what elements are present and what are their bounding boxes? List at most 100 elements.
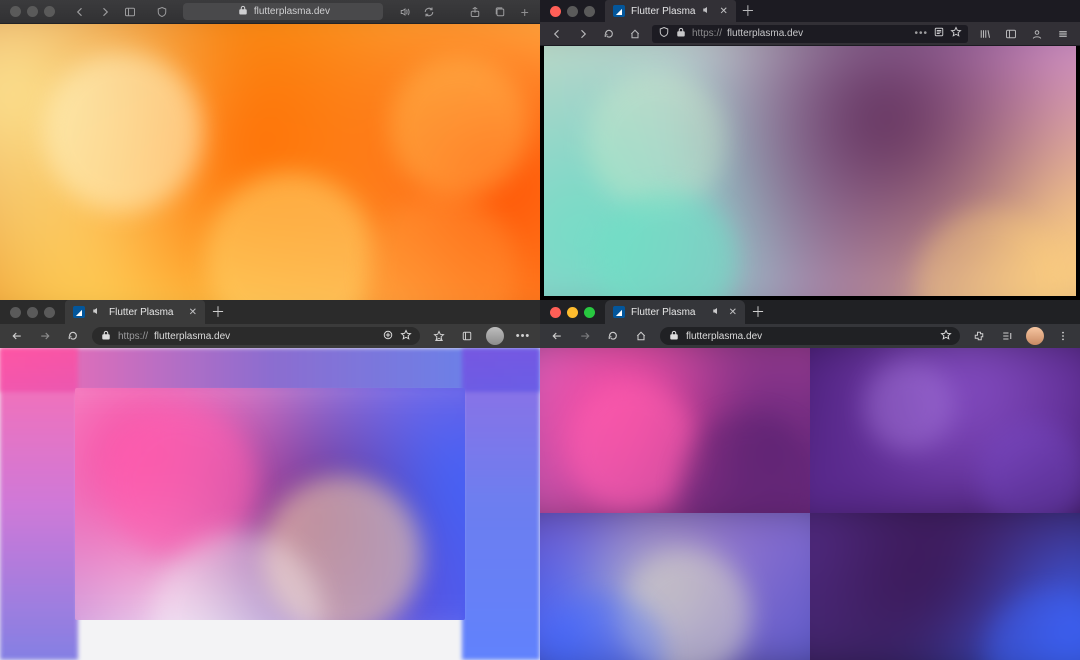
browser-tab[interactable]: ◢ Flutter Plasma ✕ bbox=[65, 300, 205, 324]
page-content bbox=[540, 348, 1080, 660]
page-content bbox=[544, 46, 1076, 296]
flutter-favicon-icon: ◢ bbox=[613, 306, 625, 318]
tab-title: Flutter Plasma bbox=[109, 307, 173, 318]
menu-icon[interactable] bbox=[1054, 25, 1072, 43]
back-button[interactable] bbox=[548, 327, 566, 345]
new-tab-button[interactable]: ＋ bbox=[736, 0, 760, 22]
reload-button[interactable] bbox=[420, 3, 439, 21]
home-button[interactable] bbox=[626, 25, 644, 43]
url-protocol: https:// bbox=[118, 331, 148, 342]
flutter-favicon-icon: ◢ bbox=[73, 306, 85, 318]
collections-icon[interactable] bbox=[458, 327, 476, 345]
tab-close-icon[interactable]: ✕ bbox=[719, 6, 727, 17]
forward-button[interactable] bbox=[576, 327, 594, 345]
lock-icon bbox=[237, 4, 249, 19]
browser-tab[interactable]: ◢ Flutter Plasma ✕ bbox=[605, 300, 745, 324]
back-button[interactable] bbox=[548, 25, 566, 43]
tab-mute-icon[interactable] bbox=[701, 4, 713, 19]
new-tab-button[interactable]: ＋ bbox=[205, 300, 231, 324]
plasma-canvas bbox=[544, 46, 1076, 296]
nav-toolbar: flutterplasma.dev bbox=[540, 324, 1080, 348]
profile-avatar[interactable] bbox=[1026, 327, 1044, 345]
back-button[interactable] bbox=[71, 3, 90, 21]
share-button[interactable] bbox=[466, 3, 485, 21]
close-window-button[interactable] bbox=[550, 6, 561, 17]
sidebar-button[interactable] bbox=[120, 3, 139, 21]
tab-title: Flutter Plasma bbox=[631, 6, 695, 17]
menu-icon[interactable] bbox=[1054, 327, 1072, 345]
address-bar[interactable]: flutterplasma.dev bbox=[660, 327, 960, 345]
address-text: flutterplasma.dev bbox=[254, 6, 330, 17]
plasma-canvas bbox=[0, 348, 540, 660]
address-bar[interactable]: https://flutterplasma.dev ••• bbox=[652, 25, 968, 43]
library-icon[interactable] bbox=[976, 25, 994, 43]
tab-title: Flutter Plasma bbox=[631, 307, 695, 318]
minimize-window-button[interactable] bbox=[27, 307, 38, 318]
lock-icon bbox=[675, 26, 687, 41]
menu-icon[interactable]: ••• bbox=[514, 327, 532, 345]
tab-close-icon[interactable]: ✕ bbox=[189, 307, 197, 318]
url-host: flutterplasma.dev bbox=[727, 28, 803, 39]
mute-button[interactable] bbox=[395, 3, 414, 21]
minimize-window-button[interactable] bbox=[567, 307, 578, 318]
new-tab-button[interactable]: ＋ bbox=[745, 300, 771, 324]
minimize-window-button[interactable] bbox=[27, 6, 38, 17]
shield-icon[interactable] bbox=[658, 26, 670, 41]
maximize-window-button[interactable] bbox=[44, 307, 55, 318]
add-tab-to-new-group-icon[interactable] bbox=[382, 329, 394, 344]
sidebar-icon[interactable] bbox=[1002, 25, 1020, 43]
reader-icon[interactable] bbox=[933, 26, 945, 41]
url-host: flutterplasma.dev bbox=[154, 331, 230, 342]
favorites-bar-icon[interactable] bbox=[430, 327, 448, 345]
page-content bbox=[0, 24, 540, 300]
nav-toolbar: https://flutterplasma.dev ••• bbox=[540, 22, 1080, 46]
bookmark-icon[interactable] bbox=[950, 26, 962, 41]
chrome-window: ◢ Flutter Plasma ✕ ＋ flutterplasma.dev bbox=[540, 300, 1080, 660]
lock-icon bbox=[100, 329, 112, 344]
maximize-window-button[interactable] bbox=[584, 307, 595, 318]
nav-toolbar: https:// flutterplasma.dev ••• bbox=[0, 324, 540, 348]
reload-button[interactable] bbox=[600, 25, 618, 43]
extensions-icon[interactable] bbox=[970, 327, 988, 345]
new-tab-button[interactable]: + bbox=[515, 3, 534, 21]
window-controls bbox=[0, 0, 65, 23]
reading-list-icon[interactable] bbox=[998, 327, 1016, 345]
page-actions-icon[interactable]: ••• bbox=[914, 28, 928, 39]
edge-window: ◢ Flutter Plasma ✕ ＋ https:// flutterplas… bbox=[0, 300, 540, 660]
flutter-favicon-icon: ◢ bbox=[613, 5, 625, 17]
plasma-canvas bbox=[0, 24, 540, 300]
close-window-button[interactable] bbox=[10, 307, 21, 318]
tab-mute-icon[interactable] bbox=[711, 305, 723, 320]
privacy-report-button[interactable] bbox=[153, 3, 172, 21]
favorites-icon[interactable] bbox=[400, 329, 412, 344]
tabs-button[interactable] bbox=[491, 3, 510, 21]
reload-button[interactable] bbox=[64, 327, 82, 345]
firefox-window: ◢ Flutter Plasma ✕ ＋ https://flutterplas… bbox=[540, 0, 1080, 300]
lock-icon bbox=[668, 329, 680, 344]
window-controls bbox=[540, 0, 605, 22]
address-bar[interactable]: flutterplasma.dev bbox=[183, 3, 383, 20]
profile-avatar[interactable] bbox=[486, 327, 504, 345]
address-bar[interactable]: https:// flutterplasma.dev bbox=[92, 327, 420, 345]
account-icon[interactable] bbox=[1028, 25, 1046, 43]
safari-toolbar: flutterplasma.dev + bbox=[0, 0, 540, 24]
back-button[interactable] bbox=[8, 327, 26, 345]
close-window-button[interactable] bbox=[10, 6, 21, 17]
tab-mute-icon[interactable] bbox=[91, 305, 103, 320]
maximize-window-button[interactable] bbox=[44, 6, 55, 17]
forward-button[interactable] bbox=[574, 25, 592, 43]
browser-tab[interactable]: ◢ Flutter Plasma ✕ bbox=[605, 0, 736, 22]
minimize-window-button[interactable] bbox=[567, 6, 578, 17]
close-window-button[interactable] bbox=[550, 307, 561, 318]
plasma-canvas bbox=[540, 348, 1080, 660]
url-host: flutterplasma.dev bbox=[686, 331, 762, 342]
tab-bar: ◢ Flutter Plasma ✕ ＋ bbox=[540, 300, 1080, 324]
tab-close-icon[interactable]: ✕ bbox=[729, 307, 737, 318]
home-button[interactable] bbox=[632, 327, 650, 345]
forward-button[interactable] bbox=[96, 3, 115, 21]
safari-window: flutterplasma.dev + bbox=[0, 0, 540, 300]
maximize-window-button[interactable] bbox=[584, 6, 595, 17]
reload-button[interactable] bbox=[604, 327, 622, 345]
forward-button[interactable] bbox=[36, 327, 54, 345]
bookmark-icon[interactable] bbox=[940, 329, 952, 344]
